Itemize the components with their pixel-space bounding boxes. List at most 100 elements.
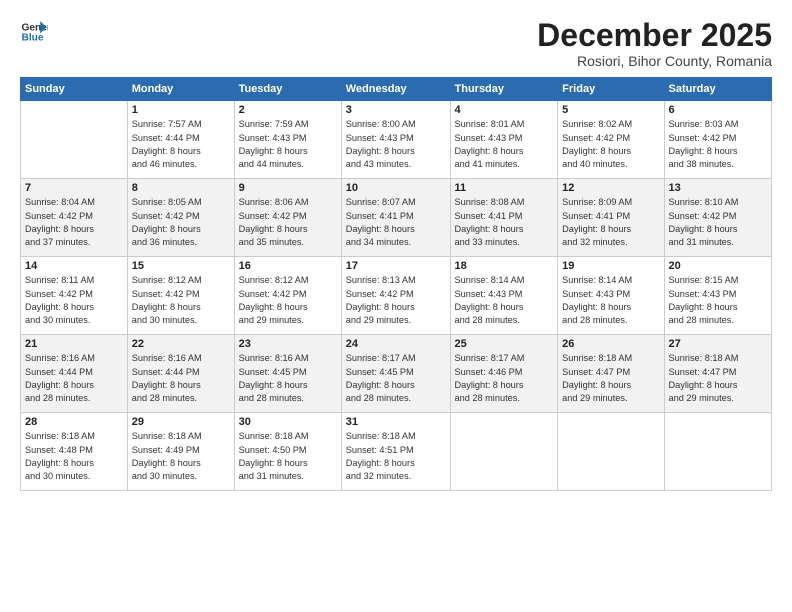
day-number: 11: [455, 182, 554, 194]
calendar-cell: 19 Sunrise: 8:14 AM Sunset: 4:43 PM Dayli…: [558, 257, 664, 335]
day-number: 30: [239, 416, 337, 428]
day-info: Sunrise: 8:13 AM Sunset: 4:42 PM Dayligh…: [346, 274, 446, 327]
weekday-header-monday: Monday: [127, 78, 234, 101]
day-number: 14: [25, 260, 123, 272]
day-number: 18: [455, 260, 554, 272]
calendar-cell: [450, 413, 558, 491]
weekday-header-sunday: Sunday: [21, 78, 128, 101]
calendar-cell: 21 Sunrise: 8:16 AM Sunset: 4:44 PM Dayli…: [21, 335, 128, 413]
day-number: 10: [346, 182, 446, 194]
day-info: Sunrise: 8:16 AM Sunset: 4:44 PM Dayligh…: [25, 352, 123, 405]
svg-text:Blue: Blue: [22, 33, 44, 44]
day-info: Sunrise: 8:04 AM Sunset: 4:42 PM Dayligh…: [25, 196, 123, 249]
calendar-cell: 16 Sunrise: 8:12 AM Sunset: 4:42 PM Dayli…: [234, 257, 341, 335]
day-info: Sunrise: 8:03 AM Sunset: 4:42 PM Dayligh…: [669, 118, 768, 171]
day-info: Sunrise: 8:14 AM Sunset: 4:43 PM Dayligh…: [562, 274, 659, 327]
day-info: Sunrise: 8:15 AM Sunset: 4:43 PM Dayligh…: [669, 274, 768, 327]
month-title: December 2025: [537, 18, 772, 53]
day-info: Sunrise: 8:17 AM Sunset: 4:46 PM Dayligh…: [455, 352, 554, 405]
day-number: 1: [132, 104, 230, 116]
title-area: December 2025 Rosiori, Bihor County, Rom…: [537, 18, 772, 69]
calendar-cell: 5 Sunrise: 8:02 AM Sunset: 4:42 PM Daylig…: [558, 101, 664, 179]
day-number: 23: [239, 338, 337, 350]
day-info: Sunrise: 8:12 AM Sunset: 4:42 PM Dayligh…: [132, 274, 230, 327]
day-number: 28: [25, 416, 123, 428]
location-subtitle: Rosiori, Bihor County, Romania: [537, 53, 772, 69]
day-number: 25: [455, 338, 554, 350]
day-number: 19: [562, 260, 659, 272]
calendar-cell: 20 Sunrise: 8:15 AM Sunset: 4:43 PM Dayli…: [664, 257, 772, 335]
day-number: 4: [455, 104, 554, 116]
day-number: 12: [562, 182, 659, 194]
day-info: Sunrise: 8:09 AM Sunset: 4:41 PM Dayligh…: [562, 196, 659, 249]
calendar-cell: 24Sunrise: 8:17 AM Sunset: 4:45 PM Dayli…: [341, 335, 450, 413]
day-number: 29: [132, 416, 230, 428]
day-info: Sunrise: 8:06 AM Sunset: 4:42 PM Dayligh…: [239, 196, 337, 249]
calendar-cell: 2 Sunrise: 7:59 AM Sunset: 4:43 PM Daylig…: [234, 101, 341, 179]
calendar-cell: 8Sunrise: 8:05 AM Sunset: 4:42 PM Daylig…: [127, 179, 234, 257]
logo: General Blue: [20, 18, 48, 46]
calendar-cell: [558, 413, 664, 491]
day-number: 2: [239, 104, 337, 116]
day-info: Sunrise: 8:11 AM Sunset: 4:42 PM Dayligh…: [25, 274, 123, 327]
day-number: 15: [132, 260, 230, 272]
calendar-cell: 29 Sunrise: 8:18 AM Sunset: 4:49 PM Dayli…: [127, 413, 234, 491]
day-info: Sunrise: 8:00 AM Sunset: 4:43 PM Dayligh…: [346, 118, 446, 171]
weekday-header-thursday: Thursday: [450, 78, 558, 101]
calendar-cell: 1 Sunrise: 7:57 AM Sunset: 4:44 PM Daylig…: [127, 101, 234, 179]
calendar-week-row: 14 Sunrise: 8:11 AM Sunset: 4:42 PM Dayli…: [21, 257, 772, 335]
weekday-header-wednesday: Wednesday: [341, 78, 450, 101]
calendar-week-row: 1 Sunrise: 7:57 AM Sunset: 4:44 PM Daylig…: [21, 101, 772, 179]
day-number: 3: [346, 104, 446, 116]
weekday-header-saturday: Saturday: [664, 78, 772, 101]
calendar-table: SundayMondayTuesdayWednesdayThursdayFrid…: [20, 77, 772, 491]
calendar-cell: 17 Sunrise: 8:13 AM Sunset: 4:42 PM Dayli…: [341, 257, 450, 335]
day-info: Sunrise: 8:07 AM Sunset: 4:41 PM Dayligh…: [346, 196, 446, 249]
day-number: 20: [669, 260, 768, 272]
day-info: Sunrise: 8:18 AM Sunset: 4:47 PM Dayligh…: [669, 352, 768, 405]
day-number: 7: [25, 182, 123, 194]
calendar-cell: 30 Sunrise: 8:18 AM Sunset: 4:50 PM Dayli…: [234, 413, 341, 491]
calendar-cell: 7 Sunrise: 8:04 AM Sunset: 4:42 PM Daylig…: [21, 179, 128, 257]
calendar-cell: 28Sunrise: 8:18 AM Sunset: 4:48 PM Dayli…: [21, 413, 128, 491]
day-number: 16: [239, 260, 337, 272]
day-info: Sunrise: 8:18 AM Sunset: 4:50 PM Dayligh…: [239, 430, 337, 483]
day-number: 13: [669, 182, 768, 194]
day-number: 17: [346, 260, 446, 272]
day-info: Sunrise: 8:16 AM Sunset: 4:45 PM Dayligh…: [239, 352, 337, 405]
day-info: Sunrise: 8:18 AM Sunset: 4:49 PM Dayligh…: [132, 430, 230, 483]
day-info: Sunrise: 8:05 AM Sunset: 4:42 PM Dayligh…: [132, 196, 230, 249]
calendar-cell: 14 Sunrise: 8:11 AM Sunset: 4:42 PM Dayli…: [21, 257, 128, 335]
day-number: 5: [562, 104, 659, 116]
calendar-cell: [21, 101, 128, 179]
day-number: 22: [132, 338, 230, 350]
day-info: Sunrise: 8:16 AM Sunset: 4:44 PM Dayligh…: [132, 352, 230, 405]
day-info: Sunrise: 7:59 AM Sunset: 4:43 PM Dayligh…: [239, 118, 337, 171]
day-number: 31: [346, 416, 446, 428]
calendar-cell: 13 Sunrise: 8:10 AM Sunset: 4:42 PM Dayli…: [664, 179, 772, 257]
calendar-week-row: 28Sunrise: 8:18 AM Sunset: 4:48 PM Dayli…: [21, 413, 772, 491]
day-info: Sunrise: 8:18 AM Sunset: 4:51 PM Dayligh…: [346, 430, 446, 483]
day-number: 21: [25, 338, 123, 350]
weekday-header-friday: Friday: [558, 78, 664, 101]
calendar-week-row: 21 Sunrise: 8:16 AM Sunset: 4:44 PM Dayli…: [21, 335, 772, 413]
day-info: Sunrise: 8:12 AM Sunset: 4:42 PM Dayligh…: [239, 274, 337, 327]
logo-icon: General Blue: [20, 18, 48, 46]
calendar-cell: 6Sunrise: 8:03 AM Sunset: 4:42 PM Daylig…: [664, 101, 772, 179]
calendar-cell: 15 Sunrise: 8:12 AM Sunset: 4:42 PM Dayli…: [127, 257, 234, 335]
day-info: Sunrise: 7:57 AM Sunset: 4:44 PM Dayligh…: [132, 118, 230, 171]
day-number: 26: [562, 338, 659, 350]
day-info: Sunrise: 8:14 AM Sunset: 4:43 PM Dayligh…: [455, 274, 554, 327]
calendar-cell: 10 Sunrise: 8:07 AM Sunset: 4:41 PM Dayli…: [341, 179, 450, 257]
calendar-cell: 27Sunrise: 8:18 AM Sunset: 4:47 PM Dayli…: [664, 335, 772, 413]
header: General Blue December 2025 Rosiori, Biho…: [20, 18, 772, 69]
day-number: 9: [239, 182, 337, 194]
calendar-cell: 11 Sunrise: 8:08 AM Sunset: 4:41 PM Dayli…: [450, 179, 558, 257]
calendar-cell: 22 Sunrise: 8:16 AM Sunset: 4:44 PM Dayli…: [127, 335, 234, 413]
day-info: Sunrise: 8:02 AM Sunset: 4:42 PM Dayligh…: [562, 118, 659, 171]
calendar-week-row: 7 Sunrise: 8:04 AM Sunset: 4:42 PM Daylig…: [21, 179, 772, 257]
day-info: Sunrise: 8:08 AM Sunset: 4:41 PM Dayligh…: [455, 196, 554, 249]
day-info: Sunrise: 8:10 AM Sunset: 4:42 PM Dayligh…: [669, 196, 768, 249]
weekday-header-row: SundayMondayTuesdayWednesdayThursdayFrid…: [21, 78, 772, 101]
day-info: Sunrise: 8:01 AM Sunset: 4:43 PM Dayligh…: [455, 118, 554, 171]
